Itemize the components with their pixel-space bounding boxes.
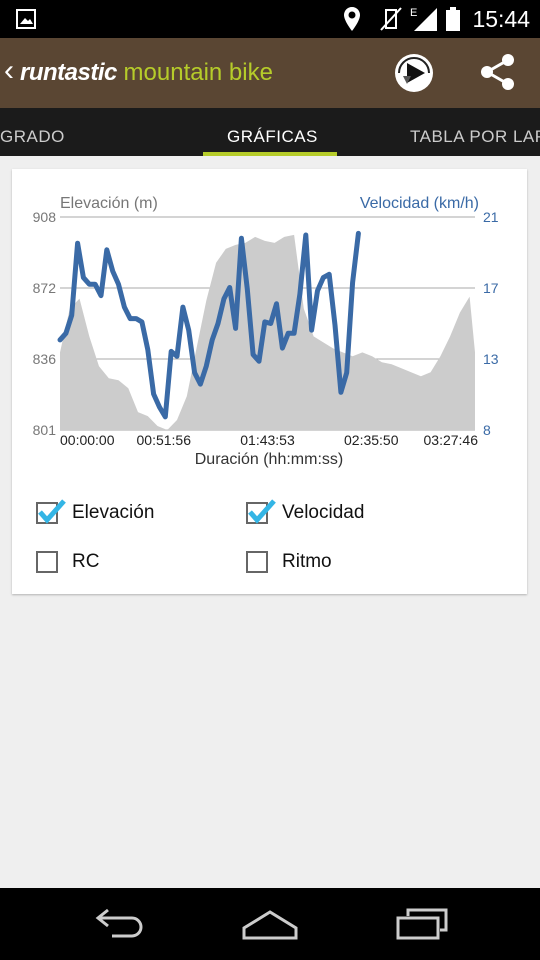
x-axis-tick-label: 02:35:50 <box>344 432 399 448</box>
tab-bar: GRADO GRÁFICAS TABLA POR LAP <box>0 108 540 156</box>
checkbox-box[interactable] <box>246 551 268 573</box>
elevation-area-group <box>60 234 475 430</box>
checkmark-icon <box>38 499 66 524</box>
x-axis-tick-label: 01:43:53 <box>240 432 295 448</box>
vibrate-off-icon <box>380 7 402 31</box>
status-time: 15:44 <box>472 6 530 32</box>
play-icon[interactable] <box>393 52 435 94</box>
checkbox-label-velocidad: Velocidad <box>282 502 365 523</box>
tab-tabla-por-lap[interactable]: TABLA POR LAP <box>410 127 540 147</box>
left-axis-tick-label: 836 <box>33 351 57 367</box>
right-axis-title: Velocidad (km/h) <box>360 195 479 212</box>
x-axis-tick-label: 00:00:00 <box>60 432 115 448</box>
share-icon[interactable] <box>478 52 518 92</box>
brand-runtastic: runtastic <box>20 59 117 86</box>
app-logo[interactable]: runtastic mountain bike <box>20 58 273 88</box>
elevation-speed-chart[interactable]: Elevación (m) Velocidad (km/h) Duración … <box>12 169 527 469</box>
chart-card: Elevación (m) Velocidad (km/h) Duración … <box>12 169 527 594</box>
back-nav-icon[interactable] <box>92 906 148 942</box>
checkbox-box[interactable] <box>36 499 66 524</box>
checkbox-box[interactable] <box>36 551 58 573</box>
checkmark-icon <box>248 499 276 524</box>
location-icon <box>344 7 360 31</box>
x-axis-tick-label: 00:51:56 <box>137 432 192 448</box>
left-axis-title: Elevación (m) <box>60 195 158 212</box>
tab-grado[interactable]: GRADO <box>0 127 65 147</box>
checkbox-box[interactable] <box>246 499 276 524</box>
elevation-area <box>60 234 475 430</box>
battery-icon <box>446 7 460 31</box>
signal-e-icon: E <box>410 7 437 31</box>
right-axis-ticks: 21 17 13 8 <box>483 209 499 438</box>
x-axis-title: Duración (hh:mm:ss) <box>195 451 343 468</box>
left-axis-tick-label: 872 <box>33 280 57 296</box>
right-axis-tick-label: 8 <box>483 422 491 438</box>
right-axis-tick-label: 17 <box>483 280 499 296</box>
right-axis-tick-label: 13 <box>483 351 499 367</box>
checkbox-label-rc: RC <box>72 551 100 572</box>
x-axis-ticks: 00:00:00 00:51:56 01:43:53 02:35:50 03:27:46 <box>60 432 478 448</box>
image-icon <box>16 9 36 29</box>
tab-graficas[interactable]: GRÁFICAS <box>227 127 318 147</box>
navigation-bar <box>0 888 540 960</box>
recents-nav-icon[interactable] <box>394 906 450 942</box>
status-bar: E 15:44 <box>0 0 540 38</box>
back-caret-icon[interactable]: ‹ <box>4 56 14 86</box>
checkbox-label-elevacion: Elevación <box>72 502 155 523</box>
active-tab-indicator <box>203 152 337 156</box>
app-bar: ‹ runtastic mountain bike <box>0 38 540 108</box>
left-axis-tick-label: 908 <box>33 209 57 225</box>
brand-mountain-bike: mountain bike <box>123 59 273 86</box>
svg-text:E: E <box>410 7 417 19</box>
home-nav-icon[interactable] <box>241 906 299 942</box>
right-axis-tick-label: 21 <box>483 209 499 225</box>
x-axis-tick-label: 03:27:46 <box>424 432 479 448</box>
left-axis-tick-label: 801 <box>33 422 57 438</box>
left-axis-ticks: 908 872 836 801 <box>33 209 57 438</box>
checkbox-label-ritmo: Ritmo <box>282 551 332 572</box>
